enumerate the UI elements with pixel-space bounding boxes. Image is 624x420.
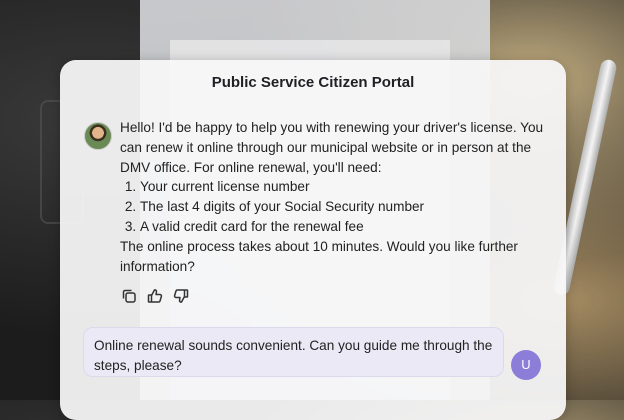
thumbs-up-icon[interactable] bbox=[146, 287, 164, 305]
assistant-message: Hello! I'd be happy to help you with ren… bbox=[120, 118, 550, 276]
list-item: A valid credit card for the renewal fee bbox=[140, 217, 550, 237]
chat-window: Public Service Citizen Portal Hello! I'd… bbox=[60, 60, 566, 420]
assistant-message-intro: Hello! I'd be happy to help you with ren… bbox=[120, 120, 544, 175]
message-actions bbox=[120, 287, 190, 305]
assistant-avatar bbox=[84, 122, 112, 150]
assistant-message-outro: The online process takes about 10 minute… bbox=[120, 238, 518, 274]
requirements-list: Your current license number The last 4 d… bbox=[120, 177, 550, 236]
list-item: The last 4 digits of your Social Securit… bbox=[140, 197, 550, 217]
thumbs-down-icon[interactable] bbox=[172, 287, 190, 305]
user-avatar: U bbox=[511, 350, 541, 380]
copy-icon[interactable] bbox=[120, 287, 138, 305]
page-title: Public Service Citizen Portal bbox=[211, 74, 415, 91]
user-message: Online renewal sounds convenient. Can yo… bbox=[83, 327, 504, 377]
list-item: Your current license number bbox=[140, 177, 550, 197]
